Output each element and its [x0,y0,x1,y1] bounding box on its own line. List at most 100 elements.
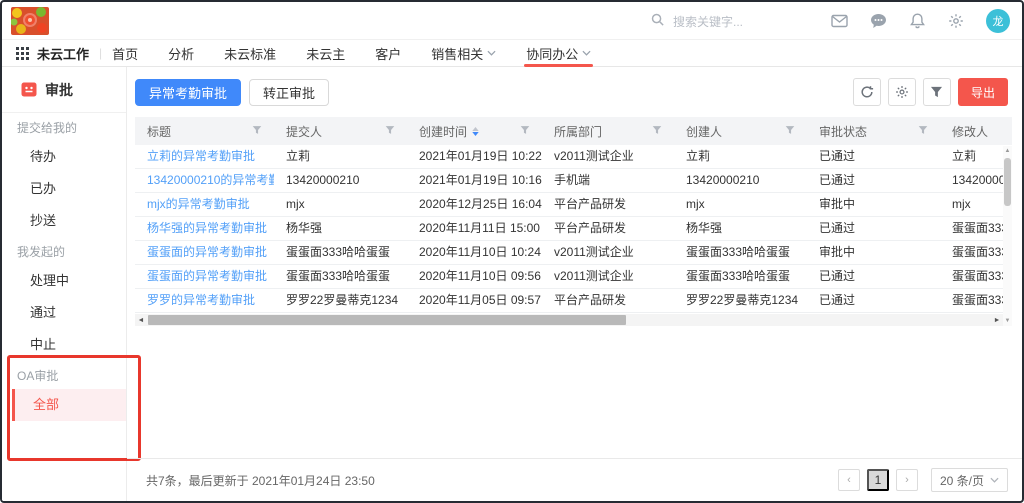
column-header[interactable]: 审批状态 [807,117,940,145]
export-button[interactable]: 导出 [958,78,1008,106]
filter-icon[interactable] [385,124,395,138]
table-row[interactable]: 蛋蛋面的异常考勤审批蛋蛋面333哈哈蛋蛋2020年11月10日 10:24v20… [135,241,1012,265]
row-title-link[interactable]: 蛋蛋面的异常考勤审批 [135,265,274,288]
scroll-left-icon[interactable]: ◄ [135,314,147,326]
empty-space [127,326,1022,458]
nav-divider: | [99,46,102,60]
column-header[interactable]: 创建时间 [407,117,542,145]
filter-icon[interactable] [252,124,262,138]
table-header: 标题 提交人创建时间所属部门创建人审批状态修改人 [135,117,1012,145]
content-area: 审批 提交给我的待办已办抄送我发起的处理中通过中止OA审批全部 异常考勤审批转正… [2,67,1022,501]
sidebar-header: 审批 [2,67,126,113]
table-cell: 蛋蛋面333哈哈蛋蛋 [274,265,407,288]
table-cell: mjx [940,193,1012,216]
global-search[interactable]: 搜索关键字... [650,2,743,40]
vertical-scrollbar[interactable]: ▲ ▼ [1003,146,1012,326]
table-cell: 平台产品研发 [542,217,674,240]
logo-image[interactable] [11,7,49,35]
prev-page-button[interactable]: ‹ [838,469,860,491]
nav-item[interactable]: 未云主 [306,40,345,67]
table-cell: 立莉 [274,145,407,168]
filter-icon[interactable] [785,124,795,138]
table-row[interactable]: 罗罗的异常考勤审批罗罗22罗曼蒂克12342020年11月05日 09:57平台… [135,289,1012,313]
column-header[interactable]: 标题 [135,117,274,145]
column-header[interactable]: 提交人 [274,117,407,145]
nav-item[interactable]: 协同办公 [526,40,591,67]
tab[interactable]: 异常考勤审批 [135,79,241,106]
table-cell: 杨华强 [674,217,807,240]
horizontal-scroll-thumb[interactable] [148,315,626,325]
nav-item[interactable]: 未云标准 [224,40,276,67]
filter-icon[interactable] [520,124,530,138]
sidebar-item[interactable]: 已办 [2,173,126,205]
table-cell: mjx [674,193,807,216]
table-cell: 蛋蛋面333哈哈蛋蛋 [674,265,807,288]
table-cell: 手机端 [542,169,674,192]
bell-icon[interactable] [908,12,926,30]
row-title-link[interactable]: 罗罗的异常考勤审批 [135,289,274,312]
sidebar-item[interactable]: 抄送 [2,205,126,237]
nav-item-label: 分析 [168,44,194,63]
nav-item[interactable]: 首页 [112,40,138,67]
table-cell: 2020年11月05日 09:57 [407,289,542,312]
next-page-button[interactable]: › [896,469,918,491]
sidebar-item[interactable]: 通过 [2,297,126,329]
nav-item[interactable]: 销售相关 [431,40,496,67]
nav-item-label: 协同办公 [526,44,578,63]
column-header[interactable]: 所属部门 [542,117,674,145]
table-row[interactable]: mjx的异常考勤审批mjx2020年12月25日 16:04平台产品研发mjx审… [135,193,1012,217]
user-avatar[interactable]: 龙 [986,9,1010,33]
nav-items: 首页 分析 未云标准 未云主 客户 销售相关 协同办公 [112,40,621,67]
filter-button[interactable] [923,78,951,106]
nav-item[interactable]: 客户 [375,40,401,67]
mail-icon[interactable] [830,12,848,30]
row-title-link[interactable]: 蛋蛋面的异常考勤审批 [135,241,274,264]
refresh-button[interactable] [853,78,881,106]
table-cell: 立莉 [674,145,807,168]
chat-icon[interactable] [869,12,887,30]
workspace-title[interactable]: 未云工作 [37,44,89,63]
table-row[interactable]: 杨华强的异常考勤审批杨华强2020年11月11日 15:00平台产品研发杨华强已… [135,217,1012,241]
table-row[interactable]: 蛋蛋面的异常考勤审批蛋蛋面333哈哈蛋蛋2020年11月10日 09:56v20… [135,265,1012,289]
top-icon-group: 龙 [830,2,1010,40]
table-cell: 杨华强 [274,217,407,240]
table-cell: 已通过 [807,217,940,240]
row-title-link[interactable]: 杨华强的异常考勤审批 [135,217,274,240]
table-row[interactable]: 13420000210的异常考勤审批134200002102021年01月19日… [135,169,1012,193]
column-header[interactable]: 修改人 [940,117,1012,145]
nav-item-label: 未云标准 [224,44,276,63]
scroll-right-icon[interactable]: ► [991,314,1003,326]
scroll-up-icon[interactable]: ▲ [1003,146,1012,156]
sidebar-item[interactable]: 全部 [12,389,126,421]
sidebar: 审批 提交给我的待办已办抄送我发起的处理中通过中止OA审批全部 [2,67,127,501]
sidebar-item[interactable]: 处理中 [2,265,126,297]
scroll-down-icon[interactable]: ▼ [1003,316,1012,326]
settings-button[interactable] [888,78,916,106]
gear-icon[interactable] [947,12,965,30]
table-cell: 蛋蛋面333哈哈蛋蛋 [674,241,807,264]
row-title-link[interactable]: 13420000210的异常考勤审批 [135,169,274,192]
table-cell: 已通过 [807,289,940,312]
current-page-button[interactable]: 1 [867,469,889,491]
column-label: 标题 [147,123,171,140]
table-cell: 蛋蛋面333哈哈 [940,217,1012,240]
table-row[interactable]: 立莉的异常考勤审批立莉2021年01月19日 10:22v2011测试企业立莉已… [135,145,1012,169]
filter-icon[interactable] [652,124,662,138]
sidebar-item[interactable]: 待办 [2,141,126,173]
sort-icon[interactable] [472,127,479,136]
row-title-link[interactable]: 立莉的异常考勤审批 [135,145,274,168]
row-title-link[interactable]: mjx的异常考勤审批 [135,193,274,216]
horizontal-scrollbar[interactable]: ◄ ► [135,314,1003,326]
page-size-select[interactable]: 20 条/页 [931,468,1008,492]
sidebar-item[interactable]: 中止 [2,329,126,361]
view-tabs: 异常考勤审批转正审批 [135,79,337,106]
pagination: ‹ 1 › 20 条/页 [838,468,1008,492]
tab[interactable]: 转正审批 [249,79,329,106]
filter-icon[interactable] [918,124,928,138]
nav-item[interactable]: 分析 [168,40,194,67]
app-grid-icon[interactable] [16,47,29,60]
approvals-table: 标题 提交人创建时间所属部门创建人审批状态修改人 立莉的异常考勤审批立莉2021年… [135,117,1012,326]
vertical-scroll-thumb[interactable] [1004,158,1011,206]
table-cell: 2020年12月25日 16:04 [407,193,542,216]
column-header[interactable]: 创建人 [674,117,807,145]
